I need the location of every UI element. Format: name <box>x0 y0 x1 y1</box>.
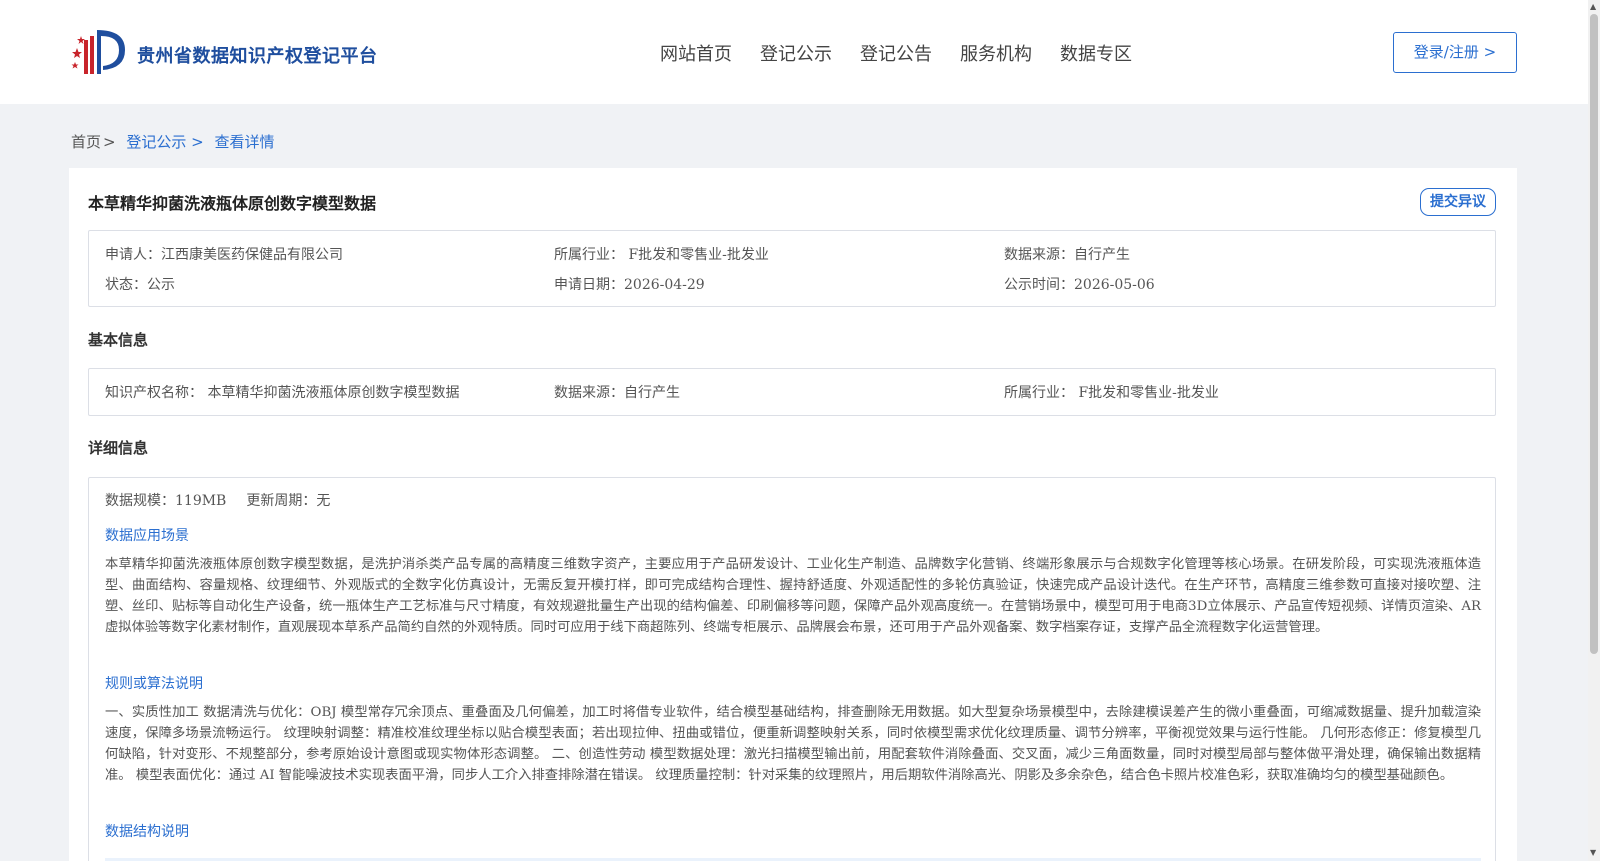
rules-heading: 规则或算法说明 <box>105 676 203 692</box>
breadcrumb-registration-notice[interactable]: 登记公示 > <box>126 133 203 151</box>
breadcrumb-home[interactable]: 首页 <box>71 133 101 151</box>
scrollbar-thumb[interactable] <box>1590 14 1598 654</box>
basic-info-heading: 基本信息 <box>88 331 149 349</box>
scale-line: 数据规模：119MB 更新周期：无 <box>105 490 330 510</box>
ip-name-field: 知识产权名称： 本草精华抑菌洗液瓶体原创数字模型数据 <box>105 385 460 401</box>
structure-heading: 数据结构说明 <box>105 824 189 840</box>
publish-date-field: 公示时间：2026-05-06 <box>1004 277 1155 293</box>
summary-box: 申请人：江西康美医药保健品有限公司 所属行业： F批发和零售业-批发业 数据来源… <box>88 230 1496 307</box>
breadcrumb: 首页 > 登记公示 > 查看详情 <box>71 131 275 152</box>
nav-item-service-agencies[interactable]: 服务机构 <box>960 40 1032 66</box>
source-field: 数据来源：自行产生 <box>1004 247 1130 263</box>
applicant-field: 申请人：江西康美医药保健品有限公司 <box>105 247 343 263</box>
breadcrumb-separator: > <box>103 133 116 151</box>
site-header: 贵州省数据知识产权登记平台 网站首页 登记公示 登记公告 服务机构 数据专区 登… <box>0 0 1600 104</box>
detail-card: 本草精华抑菌洗液瓶体原创数字模型数据 提交异议 申请人：江西康美医药保健品有限公… <box>69 168 1517 861</box>
site-title[interactable]: 贵州省数据知识产权登记平台 <box>137 42 378 68</box>
detail-info-box: 数据规模：119MB 更新周期：无 数据应用场景 本草精华抑菌洗液瓶体原创数字模型… <box>88 477 1496 861</box>
page-title: 本草精华抑菌洗液瓶体原创数字模型数据 <box>88 194 377 213</box>
nav-item-registration-announcement[interactable]: 登记公告 <box>860 40 932 66</box>
nav-item-home[interactable]: 网站首页 <box>660 40 732 66</box>
breadcrumb-view-details[interactable]: 查看详情 <box>215 133 275 151</box>
industry-field: 所属行业： F批发和零售业-批发业 <box>554 247 769 263</box>
scenario-text: 本草精华抑菌洗液瓶体原创数字模型数据，是洗护消杀类产品专属的高精度三维数字资产，… <box>105 557 1481 635</box>
basic-info-box: 知识产权名称： 本草精华抑菌洗液瓶体原创数字模型数据 数据来源：自行产生 所属行… <box>88 368 1496 416</box>
login-register-button[interactable]: 登录/注册 > <box>1393 32 1517 73</box>
data-scale: 数据规模：119MB <box>105 493 227 509</box>
apply-date-field: 申请日期：2026-04-29 <box>554 277 705 293</box>
basic-industry-field: 所属行业： F批发和零售业-批发业 <box>1004 385 1219 401</box>
status-field: 状态：公示 <box>105 277 175 293</box>
nav-item-data-zone[interactable]: 数据专区 <box>1060 40 1132 66</box>
submit-dispute-button[interactable]: 提交异议 <box>1420 188 1496 216</box>
main-nav: 网站首页 登记公示 登记公告 服务机构 数据专区 <box>660 40 1160 66</box>
detail-info-heading: 详细信息 <box>88 439 149 457</box>
basic-source-field: 数据来源：自行产生 <box>554 385 680 401</box>
update-cycle: 更新周期：无 <box>246 493 331 509</box>
site-logo-icon[interactable] <box>71 26 131 78</box>
scenario-heading: 数据应用场景 <box>105 528 189 544</box>
scroll-up-icon[interactable]: ▲ <box>1590 2 1596 11</box>
scroll-down-icon[interactable]: ▼ <box>1590 848 1596 857</box>
page-scrollbar[interactable]: ▲ ▼ <box>1588 0 1600 861</box>
rules-text: 一、实质性加工 数据清洗与优化：OBJ 模型常存冗余顶点、重叠面及几何偏差，加工… <box>105 705 1481 783</box>
nav-item-registration-notice[interactable]: 登记公示 <box>760 40 832 66</box>
